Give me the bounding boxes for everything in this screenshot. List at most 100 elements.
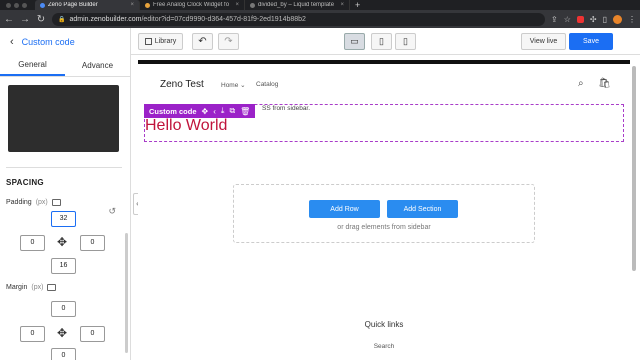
share-icon[interactable]: ⇪ [551, 15, 558, 24]
margin-left-input[interactable]: 0 [20, 326, 45, 342]
padding-label-row: Padding (px) [6, 199, 124, 206]
browser-tab-zeno[interactable]: Zeno Page Builder × [35, 0, 140, 10]
undo-icon: ↶ [198, 36, 207, 47]
settings-panel: ‹ Custom code General Advance SPACING Pa… [0, 28, 131, 360]
star-icon[interactable]: ☆ [564, 15, 571, 24]
site-header: Zeno Test Home ⌄ Catalog ⌕ 🛍 [138, 64, 630, 106]
tab-general[interactable]: General [0, 55, 65, 76]
spacing-section: SPACING Padding (px) ↺ [0, 168, 130, 216]
padding-bottom-input[interactable]: 16 [51, 258, 76, 274]
drop-zone[interactable] [233, 184, 535, 243]
save-button[interactable]: Save [569, 33, 613, 50]
tab-title: divided_by – Liquid template [258, 2, 335, 8]
lock-icon: 🔒 [58, 16, 66, 23]
url-path: /editor?id=07cd9990-d364-457d-81f9-2ed19… [141, 15, 306, 23]
nav-home[interactable]: Home ⌄ [221, 81, 246, 89]
padding-label: Padding [6, 199, 32, 206]
desktop-view-button[interactable]: ▭ [344, 33, 365, 50]
url-host: admin.zenobuilder.com [69, 15, 142, 23]
margin-top-input[interactable]: 0 [51, 301, 76, 317]
tab-title: Free Analog Clock Widget fo [153, 2, 230, 8]
redo-icon: ↷ [224, 36, 233, 47]
cart-icon[interactable]: 🛍 [598, 78, 611, 89]
move-icon: ✥ [57, 326, 68, 340]
site-logo[interactable]: Zeno Test [160, 79, 204, 90]
tablet-icon: ▯ [379, 36, 384, 46]
puzzle-icon[interactable]: ✣ [590, 15, 597, 24]
chevron-left-icon[interactable]: ‹ [213, 107, 216, 116]
tab-advance[interactable]: Advance [65, 55, 130, 76]
browser-tab-liquid[interactable]: divided_by – Liquid template × [245, 0, 350, 10]
search-icon[interactable]: ⌕ [578, 78, 584, 89]
margin-bottom-input[interactable]: 0 [51, 348, 76, 360]
footer-title: Quick links [364, 320, 404, 329]
window-controls[interactable] [6, 2, 27, 8]
library-button[interactable]: Library [138, 33, 183, 50]
address-bar[interactable]: 🔒 admin.zenobuilder.com/editor?id=07cd99… [52, 12, 546, 26]
back-icon[interactable]: ← [4, 14, 14, 25]
forward-icon[interactable]: → [20, 14, 30, 25]
spacing-title: SPACING [6, 178, 44, 187]
margin-unit: (px) [31, 284, 44, 291]
move-icon[interactable]: ✥ [202, 107, 209, 116]
monitor-icon[interactable] [51, 199, 61, 206]
move-icon: ✥ [57, 235, 68, 249]
redo-button[interactable]: ↷ [218, 33, 239, 50]
add-section-button[interactable]: Add Section [387, 200, 458, 218]
back-icon[interactable]: ‹ [10, 36, 14, 48]
drag-hint: or drag elements from sidebar [337, 224, 431, 231]
site-favicon-icon [250, 2, 255, 8]
margin-label: Margin [6, 284, 28, 291]
delete-icon[interactable]: 🗑 [240, 107, 250, 116]
extension-icon[interactable] [576, 15, 584, 23]
menu-icon[interactable]: ⋮ [628, 15, 636, 24]
view-live-button[interactable]: View live [521, 33, 566, 50]
browser-tab-bar: Zeno Page Builder × Free Analog Clock Wi… [0, 0, 640, 10]
close-icon[interactable]: × [340, 2, 344, 8]
panel-tabs: General Advance [0, 55, 130, 77]
monitor-icon[interactable] [47, 284, 57, 291]
add-row-button[interactable]: Add Row [309, 200, 380, 218]
padding-unit: (px) [35, 199, 48, 206]
code-editor[interactable] [8, 85, 119, 152]
close-icon[interactable]: × [130, 2, 134, 8]
tab-title: Zeno Page Builder [48, 2, 98, 8]
browser-toolbar: ← → ↻ 🔒 admin.zenobuilder.com/editor?id=… [0, 10, 640, 28]
panel-header: ‹ Custom code [0, 28, 130, 55]
save-icon[interactable]: ⤓ [221, 106, 225, 116]
padding-left-input[interactable]: 0 [20, 235, 45, 251]
tablet-view-button[interactable]: ▯ [371, 33, 392, 50]
close-icon[interactable]: × [235, 2, 239, 8]
undo-button[interactable]: ↶ [192, 33, 213, 50]
nav-catalog[interactable]: Catalog [256, 81, 278, 88]
editor-canvas[interactable]: Zeno Test Home ⌄ Catalog ⌕ 🛍 SS from sid… [138, 60, 630, 360]
site-favicon-icon [145, 2, 150, 8]
zeno-favicon-icon [40, 2, 45, 8]
library-icon [144, 38, 152, 45]
panel-title: Custom code [21, 36, 75, 47]
sidebar-icon[interactable]: ▯ [603, 15, 607, 24]
editor-toolbar: Library ↶ ↷ ▭ ▯ ▯ View live Save [131, 28, 640, 55]
custom-code-toolbar[interactable]: Custom code ✥ ‹ ⤓ ⧉ 🗑 [144, 104, 256, 118]
browser-tab-clock[interactable]: Free Analog Clock Widget fo × [140, 0, 245, 10]
custom-code-hint: SS from sidebar. [262, 105, 311, 112]
desktop-icon: ▭ [350, 36, 359, 46]
new-tab-button[interactable]: + [355, 0, 360, 10]
profile-avatar[interactable] [613, 14, 622, 24]
custom-code-label: Custom code [149, 106, 197, 116]
hello-world-text: Hello World [145, 117, 228, 134]
footer-link-search[interactable]: Search [138, 343, 630, 350]
duplicate-icon[interactable]: ⧉ [229, 106, 235, 116]
padding-right-input[interactable]: 0 [80, 235, 105, 251]
margin-label-row: Margin (px) [6, 284, 57, 291]
panel-scrollbar[interactable] [125, 233, 128, 353]
mobile-view-button[interactable]: ▯ [395, 33, 416, 50]
canvas-scrollbar[interactable] [632, 66, 636, 271]
margin-right-input[interactable]: 0 [80, 326, 105, 342]
browser-extensions: ⇪ ☆ ✣ ▯ ⋮ [551, 14, 636, 24]
library-label: Library [154, 38, 177, 45]
mobile-icon: ▯ [403, 36, 408, 46]
reset-icon[interactable]: ↺ [108, 206, 116, 217]
padding-top-input[interactable]: 32 [51, 211, 76, 227]
reload-icon[interactable]: ↻ [36, 14, 46, 25]
